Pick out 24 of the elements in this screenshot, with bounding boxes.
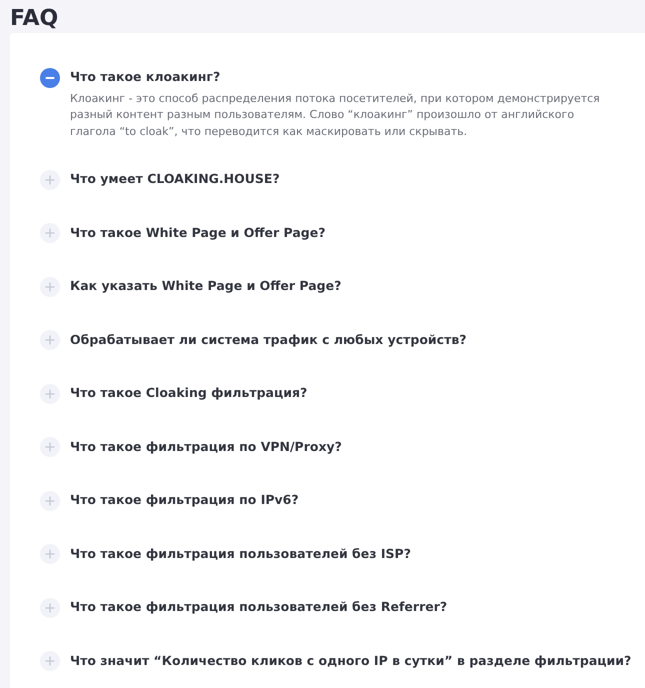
faq-question[interactable]: Что значит “Количество кликов с одного IP в сутки” в разделе фильтрации? — [70, 652, 632, 671]
plus-icon[interactable] — [40, 170, 60, 190]
faq-question[interactable]: Что умеет CLOAKING.HOUSE? — [70, 170, 280, 190]
plus-icon[interactable] — [40, 330, 60, 350]
page-title: FAQ — [9, 5, 60, 33]
faq-question[interactable]: Как указать White Page и Offer Page? — [70, 277, 342, 296]
faq-question[interactable]: Что такое Cloaking фильтрация? — [70, 384, 308, 404]
plus-icon[interactable] — [40, 544, 60, 564]
faq-question[interactable]: Что такое фильтрация по IPv6? — [70, 491, 299, 510]
minus-icon[interactable] — [40, 68, 60, 88]
faq-question[interactable]: Что такое фильтрация пользователей без ISP? — [70, 544, 411, 564]
faq-question[interactable]: Что такое White Page и Offer Page? — [70, 224, 326, 243]
plus-icon[interactable] — [40, 598, 60, 618]
plus-icon[interactable] — [40, 651, 60, 672]
plus-icon[interactable] — [40, 276, 60, 297]
plus-icon[interactable] — [40, 437, 60, 458]
faq-question[interactable]: Что такое клоакинг? — [70, 68, 220, 88]
plus-icon[interactable] — [40, 490, 60, 511]
plus-icon[interactable] — [40, 384, 60, 404]
faq-answer: Клоакинг - это способ распределения потока посетителей, при котором демонстрируется разный контент разным пользователям. Слово “клоакинг” произошло от английского глагола “to cloak”, что переводится как маскировать или скрывать. — [70, 90, 601, 140]
faq-question[interactable]: Что такое фильтрация пользователей без Referrer? — [70, 598, 448, 618]
plus-icon[interactable] — [40, 223, 60, 244]
faq-question[interactable]: Что такое фильтрация по VPN/Proxy? — [70, 438, 342, 457]
faq-question[interactable]: Обрабатывает ли система трафик с любых устройств? — [70, 330, 466, 350]
